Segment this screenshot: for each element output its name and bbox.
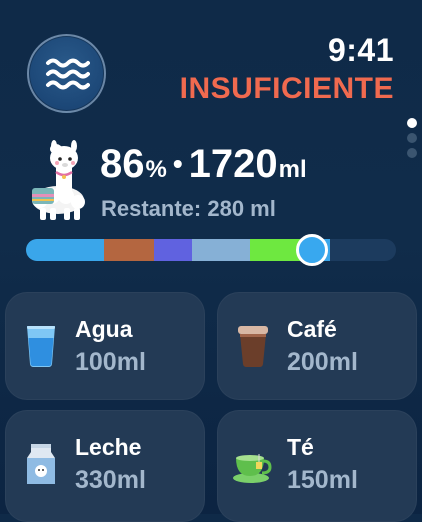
coffee-cup-icon — [238, 326, 268, 367]
drink-amount: 200ml — [287, 348, 358, 376]
milk-carton-icon — [27, 444, 55, 484]
drink-card-leche[interactable]: Leche 330ml — [5, 410, 205, 522]
drink-card-cafe[interactable]: Café 200ml — [217, 292, 417, 400]
drink-name: Leche — [75, 434, 142, 460]
percent-value: 86 — [100, 142, 145, 186]
progress-segment-agua — [26, 239, 104, 261]
drink-amount: 100ml — [75, 348, 146, 376]
remaining-amount: Restante: 280 ml — [101, 196, 276, 221]
intake-summary: 86 % • 1720 ml — [100, 142, 307, 188]
progress-segment-cafe — [104, 239, 154, 261]
progress-segment-leche — [154, 239, 192, 261]
drink-card-agua[interactable]: Agua 100ml — [5, 292, 205, 400]
water-glass-icon — [27, 326, 55, 367]
intake-progress-bar — [26, 239, 396, 261]
hydration-status: INSUFICIENTE — [179, 72, 394, 105]
percent-unit: % — [145, 156, 167, 183]
progress-segment-te — [192, 239, 250, 261]
page-indicator[interactable] — [407, 118, 417, 158]
progress-thumb[interactable] — [296, 234, 328, 266]
drink-amount: 150ml — [287, 466, 358, 494]
waves-button[interactable] — [27, 34, 106, 113]
clock-time: 9:41 — [327, 32, 394, 68]
drink-name: Café — [287, 316, 337, 342]
total-unit: ml — [278, 156, 307, 183]
total-value: 1720 — [188, 142, 278, 186]
drink-name: Té — [287, 434, 314, 460]
separator-bullet: • — [172, 148, 183, 179]
drink-name: Agua — [75, 316, 133, 342]
page-dot — [407, 118, 417, 128]
drink-card-te[interactable]: Té 150ml — [217, 410, 417, 522]
waves-icon — [45, 58, 90, 89]
tea-cup-icon — [233, 454, 272, 483]
page-dot — [407, 133, 417, 143]
page-dot — [407, 148, 417, 158]
drink-amount: 330ml — [75, 466, 146, 494]
llama-icon — [32, 140, 85, 220]
